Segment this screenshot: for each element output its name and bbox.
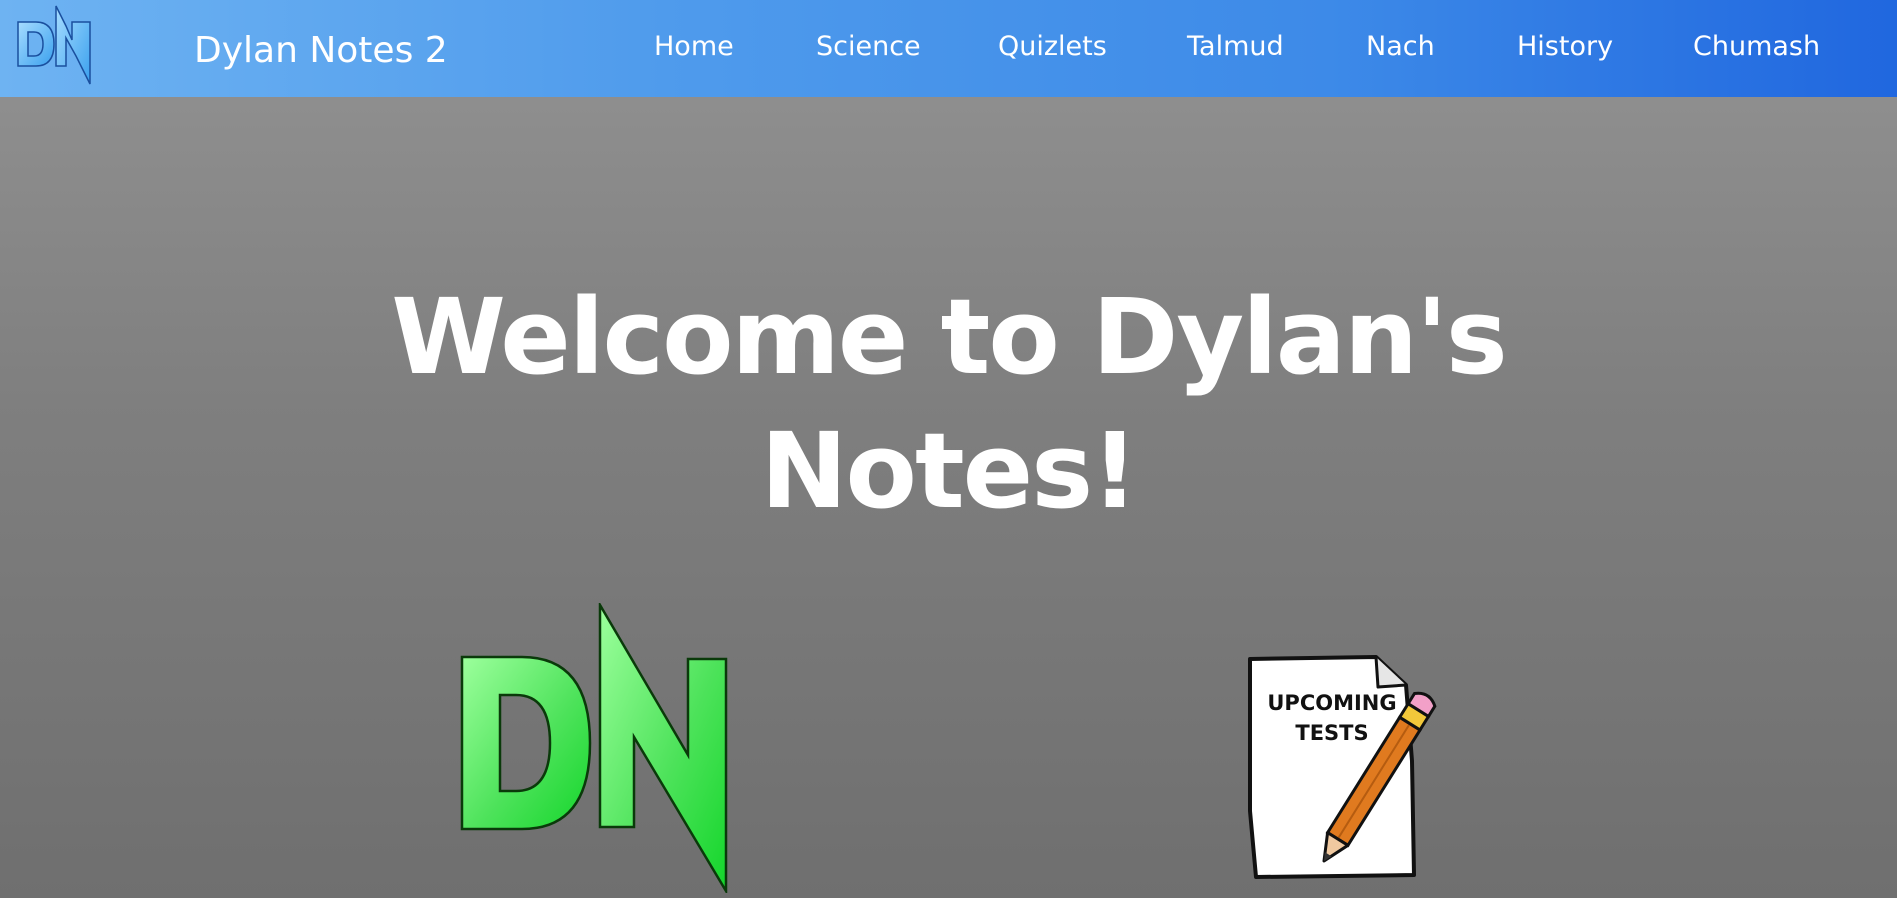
hero-title: Welcome to Dylan's Notes!	[0, 270, 1897, 538]
nav-link-science[interactable]: Science	[816, 31, 921, 62]
dn-logo-image	[460, 603, 728, 893]
nav-link-chumash[interactable]: Chumash	[1693, 31, 1820, 62]
hero-title-line-2: Notes!	[760, 410, 1138, 532]
upcoming-tests-icon[interactable]: UPCOMING TESTS	[1244, 651, 1454, 881]
hero-section: Welcome to Dylan's Notes!	[0, 270, 1897, 538]
nav-link-nach[interactable]: Nach	[1366, 31, 1435, 62]
tests-card-line-2: TESTS	[1295, 721, 1368, 745]
nav-link-history[interactable]: History	[1517, 31, 1613, 62]
site-logo-icon[interactable]	[14, 4, 94, 86]
nav-link-talmud[interactable]: Talmud	[1187, 31, 1284, 62]
nav-link-home[interactable]: Home	[654, 31, 734, 62]
tests-card-line-1: UPCOMING	[1267, 691, 1396, 715]
top-navbar: Dylan Notes 2 Home Science Quizlets Talm…	[0, 0, 1897, 97]
hero-title-line-1: Welcome to Dylan's	[391, 276, 1508, 398]
site-title[interactable]: Dylan Notes 2	[194, 30, 448, 71]
nav-link-quizlets[interactable]: Quizlets	[998, 31, 1107, 62]
